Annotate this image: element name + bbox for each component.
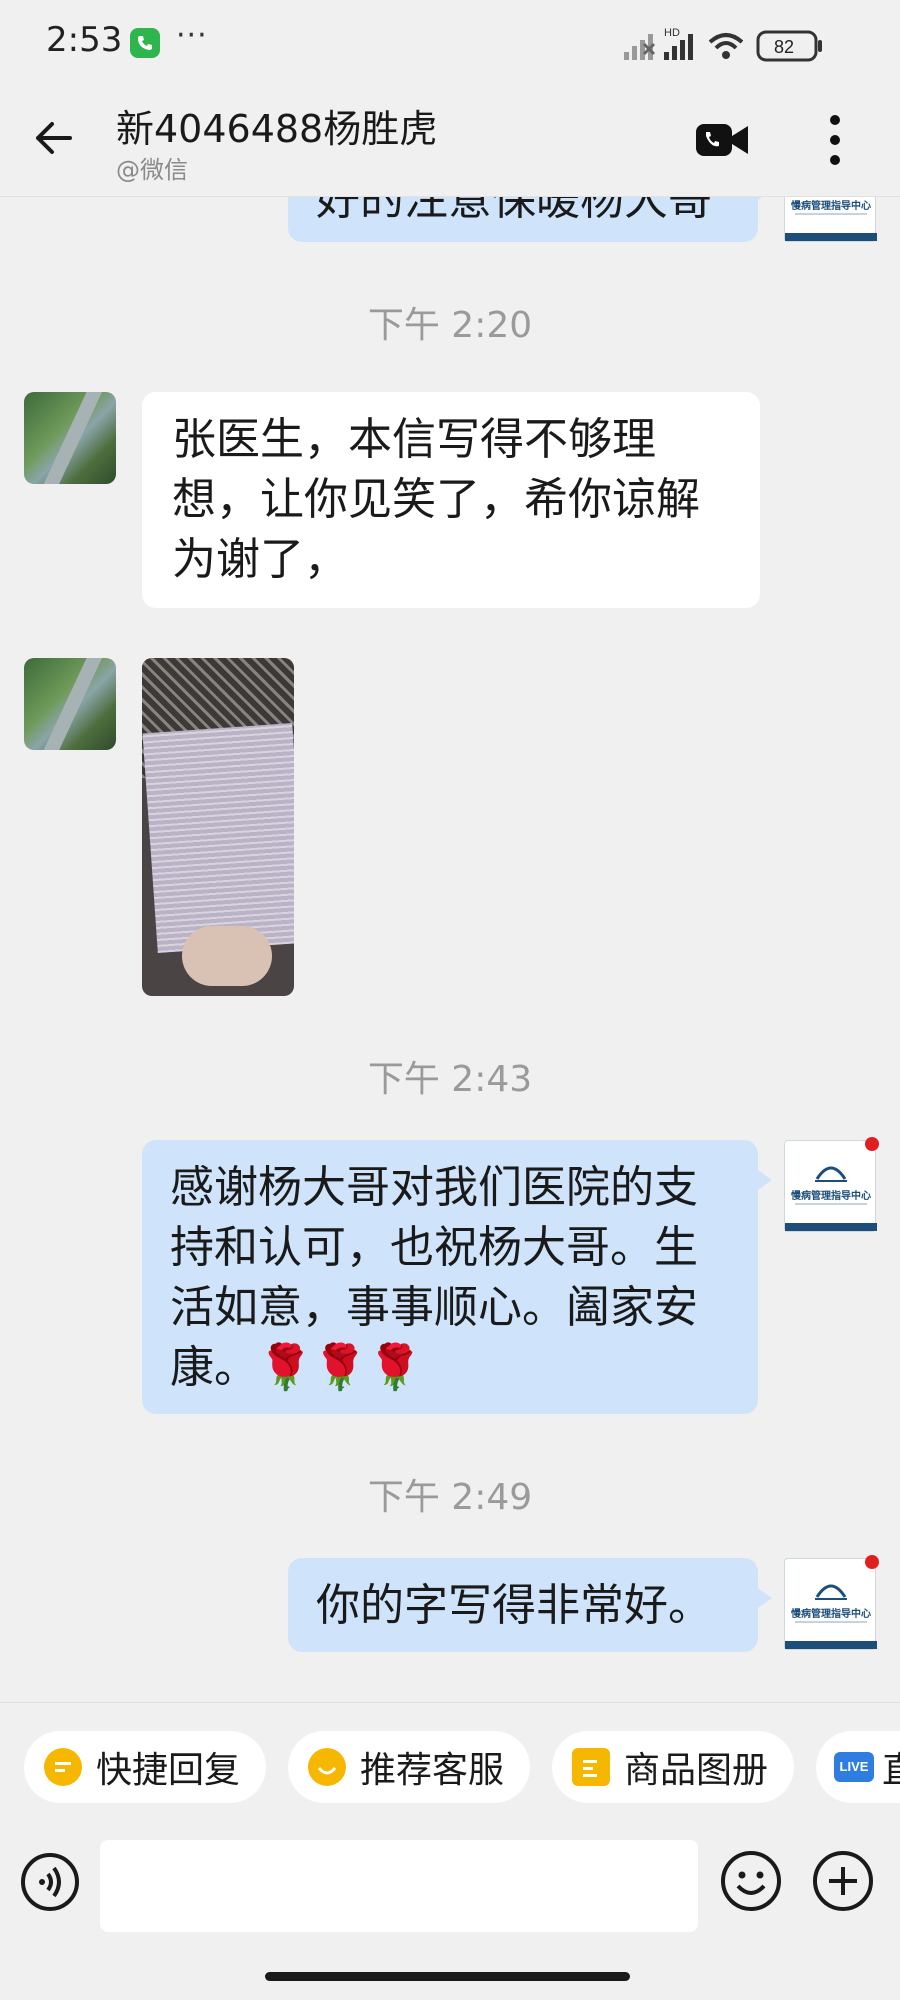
hospital-logo-icon xyxy=(815,1584,847,1600)
message-text: 张医生，本信写得不够理想，让你见笑了，希你谅解为谢了， xyxy=(172,414,700,585)
input-bar xyxy=(0,1812,900,1952)
message-bubble-sent[interactable]: 感谢杨大哥对我们医院的支持和认可，也祝杨大哥。生活如意，事事顺心。阖家安康。🌹🌹… xyxy=(142,1140,772,1414)
notification-more: ··· xyxy=(176,18,208,53)
avatar-label: 慢病管理指导中心 xyxy=(791,1609,871,1620)
avatar-label: 慢病管理指导中心 xyxy=(791,201,871,212)
unread-dot xyxy=(865,1137,879,1151)
video-call-icon[interactable] xyxy=(694,118,750,162)
status-bar: 2:53 ··· HD 82 xyxy=(0,0,900,88)
message-image-letter[interactable] xyxy=(142,658,294,996)
contact-avatar[interactable] xyxy=(24,392,116,484)
chat-area[interactable]: 好的注意保暖杨大哥 慢病管理指导中心 下午 2:20 张医生，本信写得不够理想，… xyxy=(0,0,900,1700)
status-time: 2:53 xyxy=(46,20,123,60)
live-badge: LIVE xyxy=(839,1759,869,1774)
agent-avatar[interactable]: 慢病管理指导中心 xyxy=(784,1555,879,1650)
live-label: 直 xyxy=(882,1741,900,1793)
live-icon: LIVE xyxy=(834,1752,874,1782)
home-indicator[interactable] xyxy=(265,1972,630,1981)
voice-icon[interactable] xyxy=(20,1852,80,1912)
unread-dot xyxy=(865,1555,879,1569)
product-catalog-button[interactable]: 商品图册 xyxy=(552,1731,795,1803)
system-status-icons: HD 82 xyxy=(624,27,822,62)
message-bubble-sent[interactable]: 你的字写得非常好。 xyxy=(288,1558,772,1652)
timestamp: 下午 2:43 xyxy=(367,1059,533,1100)
quick-reply-button[interactable]: 快捷回复 xyxy=(24,1731,267,1803)
chat-header: 新4046488杨胜虎 @微信 xyxy=(0,88,900,197)
quick-reply-label: 快捷回复 xyxy=(96,1750,241,1791)
back-arrow-icon[interactable] xyxy=(30,114,78,162)
message-input[interactable] xyxy=(100,1840,698,1932)
agent-avatar[interactable]: 慢病管理指导中心 xyxy=(784,1137,879,1232)
timestamp: 下午 2:49 xyxy=(367,1477,533,1518)
catalog-icon xyxy=(572,1748,610,1786)
recommend-service-button[interactable]: 推荐客服 xyxy=(288,1731,531,1803)
message-text: 你的字写得非常好。 xyxy=(316,1580,712,1631)
product-catalog-label: 商品图册 xyxy=(624,1750,769,1791)
service-icon xyxy=(308,1748,346,1786)
hospital-logo-icon xyxy=(815,1166,847,1182)
contact-name: 新4046488杨胜虎 xyxy=(116,107,438,151)
avatar-label: 慢病管理指导中心 xyxy=(791,1191,871,1202)
emoji-icon[interactable] xyxy=(720,1850,782,1912)
call-active-icon xyxy=(130,28,160,58)
more-vertical-icon[interactable] xyxy=(822,110,848,170)
contact-source: @微信 xyxy=(116,156,188,184)
quick-action-bar: 快捷回复 推荐客服 商品图册 LIVE 直 xyxy=(0,1702,900,1813)
quick-reply-icon xyxy=(44,1748,82,1786)
plus-icon[interactable] xyxy=(812,1850,874,1912)
message-bubble-received[interactable]: 张医生，本信写得不够理想，让你见笑了，希你谅解为谢了， xyxy=(142,392,760,608)
recommend-service-label: 推荐客服 xyxy=(360,1750,505,1791)
timestamp: 下午 2:20 xyxy=(367,305,533,346)
live-button[interactable]: LIVE 直 xyxy=(816,1731,900,1803)
contact-avatar[interactable] xyxy=(24,658,116,750)
message-text: 感谢杨大哥对我们医院的支持和认可，也祝杨大哥。生活如意，事事顺心。阖家安康。🌹🌹… xyxy=(170,1162,698,1393)
battery-level: 82 xyxy=(774,37,794,57)
network-tag: HD xyxy=(664,27,680,39)
